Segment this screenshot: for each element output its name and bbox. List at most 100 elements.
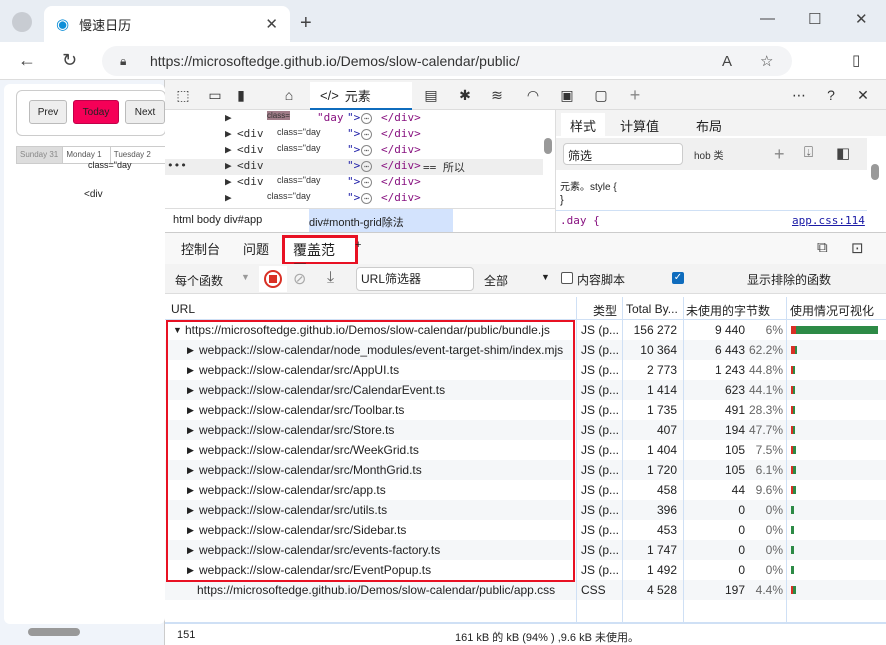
- row-total: 1 735: [646, 403, 677, 417]
- tab-console[interactable]: 控制台: [181, 239, 220, 258]
- coverage-type-select[interactable]: 每个函数: [175, 272, 223, 289]
- ellipsis-icon[interactable]: ⋯: [361, 113, 372, 124]
- dom-node[interactable]: ▶ <div class="day "> ⋯ </div>: [165, 127, 543, 143]
- used-bar: [793, 446, 796, 454]
- horizontal-scrollbar[interactable]: [28, 628, 80, 636]
- content-scripts-checkbox[interactable]: [561, 272, 573, 284]
- coverage-row[interactable]: https://microsoftedge.github.io/Demos/sl…: [165, 580, 886, 600]
- dom-node[interactable]: ▶ <div "> ⋯ </div> ••• == 所以: [165, 159, 543, 175]
- favorite-icon[interactable]: ☆: [760, 52, 773, 70]
- expand-triangle-icon[interactable]: ▶: [225, 191, 232, 204]
- breadcrumb-item[interactable]: div#month-grid除法: [309, 209, 453, 232]
- ellipsis-icon[interactable]: ⋯: [361, 193, 372, 204]
- ellipsis-icon[interactable]: ⋯: [361, 129, 372, 140]
- row-unused-pct: 7.5%: [755, 443, 783, 457]
- tab-issues[interactable]: 问题: [243, 239, 269, 258]
- url-filter-input[interactable]: URL筛选器: [356, 267, 474, 291]
- performance-icon[interactable]: ◠: [523, 85, 543, 105]
- welcome-home-icon[interactable]: ⌂: [279, 85, 299, 105]
- expand-triangle-icon[interactable]: ▶: [225, 127, 232, 140]
- show-excluded-checkbox[interactable]: ✓: [672, 272, 684, 284]
- close-tab-icon[interactable]: ✕: [265, 15, 278, 33]
- application-icon[interactable]: ▢: [591, 85, 611, 105]
- clear-icon[interactable]: ⊘: [293, 269, 306, 289]
- back-icon[interactable]: ←: [18, 50, 36, 71]
- prev-button[interactable]: Prev: [29, 100, 67, 124]
- column-usage-visualization[interactable]: 使用情况可视化: [790, 302, 874, 319]
- more-options-icon[interactable]: ⋯: [789, 85, 809, 105]
- today-button[interactable]: Today: [73, 100, 119, 124]
- dom-node[interactable]: ▶ class= "day "> ⋯ </div>: [165, 111, 543, 127]
- more-tools-plus-icon[interactable]: +: [625, 85, 645, 105]
- column-total-bytes[interactable]: Total By...: [626, 302, 678, 316]
- refresh-icon[interactable]: ↻: [62, 50, 77, 71]
- export-download-icon[interactable]: ⤓: [327, 269, 334, 287]
- expand-triangle-icon[interactable]: ▶: [225, 159, 232, 172]
- styles-scrollbar[interactable]: [870, 144, 880, 214]
- next-button[interactable]: Next: [125, 100, 165, 124]
- breadcrumb-item[interactable]: html body div#app: [173, 214, 262, 226]
- sidebar-icon[interactable]: ▯: [852, 51, 860, 69]
- chevron-down-icon[interactable]: ▼: [241, 272, 250, 282]
- device-emulation-icon[interactable]: ▭: [205, 85, 225, 105]
- tab-styles[interactable]: 样式: [561, 113, 606, 138]
- dom-attr: class=: [267, 111, 290, 120]
- status-count: 151: [177, 629, 196, 641]
- column-unused-bytes[interactable]: 未使用的字节数: [686, 302, 770, 319]
- expand-triangle-icon[interactable]: ▶: [225, 175, 232, 188]
- content-type-select[interactable]: 全部: [484, 272, 508, 289]
- calendar-toolbar: Prev Today Next: [16, 90, 166, 136]
- styles-filter-input[interactable]: 筛选: [563, 143, 683, 165]
- undock-drawer-icon[interactable]: ⧉: [817, 239, 828, 256]
- column-type[interactable]: 类型: [593, 302, 617, 319]
- dock-drawer-icon[interactable]: ⊡: [851, 239, 864, 257]
- css-selector: .day {: [560, 214, 600, 227]
- sources-bug-icon[interactable]: ✱: [455, 85, 475, 105]
- memory-chip-icon[interactable]: ▣: [557, 85, 577, 105]
- record-button[interactable]: [259, 266, 287, 292]
- read-aloud-icon[interactable]: A: [722, 53, 732, 70]
- ellipsis-icon[interactable]: ⋯: [361, 177, 372, 188]
- tab-layout[interactable]: 布局: [696, 116, 722, 135]
- dom-node[interactable]: ▶ <div class="day "> ⋯ </div>: [165, 143, 543, 159]
- maximize-icon[interactable]: ☐: [808, 10, 821, 28]
- row-unused: 623: [724, 383, 745, 397]
- tab-coverage[interactable]: 覆盖范围: [282, 235, 358, 278]
- network-wifi-icon[interactable]: ≋: [487, 85, 507, 105]
- minimize-icon[interactable]: —: [760, 10, 775, 27]
- expand-triangle-icon[interactable]: ▶: [225, 143, 232, 156]
- address-input[interactable]: 🔒︎ https://microsoftedge.github.io/Demos…: [102, 46, 792, 76]
- used-bar: [794, 346, 797, 354]
- inspect-icon[interactable]: ⬚: [173, 85, 193, 105]
- new-rule-plus-icon[interactable]: +: [774, 144, 785, 165]
- close-window-icon[interactable]: ✕: [855, 10, 868, 28]
- ellipsis-icon[interactable]: ⋯: [361, 161, 372, 172]
- more-icon[interactable]: •••: [167, 159, 187, 172]
- tab-elements[interactable]: </> 元素: [310, 82, 412, 110]
- expand-triangle-icon[interactable]: ▶: [225, 111, 232, 124]
- dom-node[interactable]: ▶ class="day "> ⋯ </div>: [165, 191, 543, 207]
- devtools-toolbar: ⬚ ▭ ▮ ⌂ </> 元素 ▤ ✱ ≋ ◠ ▣ ▢ + ⋯ ? ✕: [165, 80, 886, 110]
- dom-scrollbar[interactable]: [543, 114, 553, 204]
- dock-icon[interactable]: ▮: [231, 85, 251, 105]
- css-source-link[interactable]: app.css:114: [792, 214, 865, 227]
- close-devtools-icon[interactable]: ✕: [853, 85, 873, 105]
- help-icon[interactable]: ?: [821, 85, 841, 105]
- add-tab-plus-icon[interactable]: +: [355, 239, 361, 251]
- coverage-toolbar: 每个函数 ▼ ⊘ ⤓ URL筛选器 全部 ▼ 内容脚本 ✓ 显示排除的函数: [165, 264, 886, 294]
- used-bar: [793, 466, 796, 474]
- coverage-status-bar: 151 161 kB 的 kB (94% ) ,9.6 kB 未使用。: [165, 622, 886, 645]
- column-url[interactable]: URL: [171, 302, 195, 316]
- paint-brush-icon[interactable]: ⍗: [804, 144, 813, 161]
- console-icon[interactable]: ▤: [421, 85, 441, 105]
- profile-avatar[interactable]: [12, 12, 32, 32]
- ellipsis-icon[interactable]: ⋯: [361, 145, 372, 156]
- overlay-text: class="day: [88, 160, 132, 170]
- hov-cls-toggle[interactable]: hob 类: [694, 147, 723, 162]
- dom-node[interactable]: ▶ <div class="day "> ⋯ </div>: [165, 175, 543, 191]
- browser-tab[interactable]: ◉ 慢速日历 ✕: [44, 6, 290, 42]
- toggle-sidebar-icon[interactable]: ◧: [836, 144, 850, 162]
- new-tab-icon[interactable]: +: [300, 12, 312, 35]
- tab-computed[interactable]: 计算值: [620, 116, 659, 135]
- chevron-down-icon[interactable]: ▼: [541, 272, 550, 282]
